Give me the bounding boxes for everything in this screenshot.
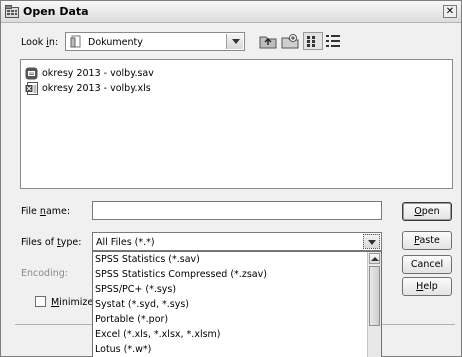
cancel-button[interactable]: Cancel bbox=[402, 255, 452, 274]
encoding-label: Encoding: bbox=[21, 268, 68, 279]
spss-data-icon bbox=[25, 67, 38, 80]
help-button[interactable]: Help bbox=[402, 277, 452, 296]
chevron-down-icon[interactable] bbox=[226, 34, 243, 49]
filetype-dropdown-list[interactable]: SPSS Statistics (*.sav) SPSS Statistics … bbox=[92, 251, 382, 357]
scroll-thumb[interactable] bbox=[369, 266, 380, 326]
up-folder-icon[interactable] bbox=[258, 32, 278, 50]
dropdown-option[interactable]: Portable (*.por) bbox=[95, 314, 168, 329]
open-data-dialog: Open Data ✕ Look in: Dokumenty okresy 20… bbox=[0, 0, 462, 357]
dropdown-option[interactable]: SPSS/PC+ (*.sys) bbox=[95, 284, 176, 299]
filetype-select[interactable]: All Files (*.*) bbox=[92, 232, 382, 251]
dropdown-option[interactable]: SPSS Statistics Compressed (*.zsav) bbox=[95, 269, 267, 284]
close-button[interactable]: ✕ bbox=[443, 5, 457, 18]
dialog-title: Open Data bbox=[23, 5, 89, 18]
list-view-icon[interactable] bbox=[303, 32, 323, 50]
minimize-checkbox[interactable] bbox=[35, 296, 46, 307]
dropdown-option[interactable]: Excel (*.xls, *.xlsx, *.xlsm) bbox=[95, 329, 221, 344]
lookin-label: Look in: bbox=[21, 37, 59, 48]
details-view-icon[interactable] bbox=[323, 32, 343, 50]
file-name: okresy 2013 - volby.xls bbox=[42, 83, 151, 94]
chevron-down-icon[interactable] bbox=[363, 234, 380, 249]
dropdown-option[interactable]: SPSS Statistics (*.sav) bbox=[95, 254, 200, 269]
close-icon: ✕ bbox=[445, 6, 455, 17]
file-name: okresy 2013 - volby.sav bbox=[42, 68, 154, 79]
app-icon bbox=[5, 5, 19, 18]
file-list[interactable]: okresy 2013 - volby.sav okresy 2013 - vo… bbox=[20, 59, 453, 189]
filetype-value: All Files (*.*) bbox=[96, 237, 155, 248]
dropdown-option[interactable]: Systat (*.syd, *.sys) bbox=[95, 299, 189, 314]
filename-label: File name: bbox=[21, 206, 71, 217]
dropdown-option[interactable]: Lotus (*.w*) bbox=[95, 344, 151, 357]
filename-input[interactable] bbox=[92, 201, 382, 220]
paste-button[interactable]: Paste bbox=[402, 231, 452, 250]
folder-icon bbox=[70, 35, 81, 48]
scroll-up-icon[interactable] bbox=[369, 253, 380, 264]
open-button[interactable]: Open bbox=[402, 202, 452, 221]
lookin-combo[interactable]: Dokumenty bbox=[65, 32, 245, 51]
new-folder-icon[interactable] bbox=[280, 32, 300, 50]
lookin-value: Dokumenty bbox=[88, 37, 143, 48]
filetype-label: Files of type: bbox=[21, 237, 82, 248]
excel-file-icon bbox=[25, 82, 38, 95]
dropdown-scrollbar[interactable] bbox=[367, 252, 381, 357]
title-bar: Open Data ✕ bbox=[1, 1, 461, 23]
